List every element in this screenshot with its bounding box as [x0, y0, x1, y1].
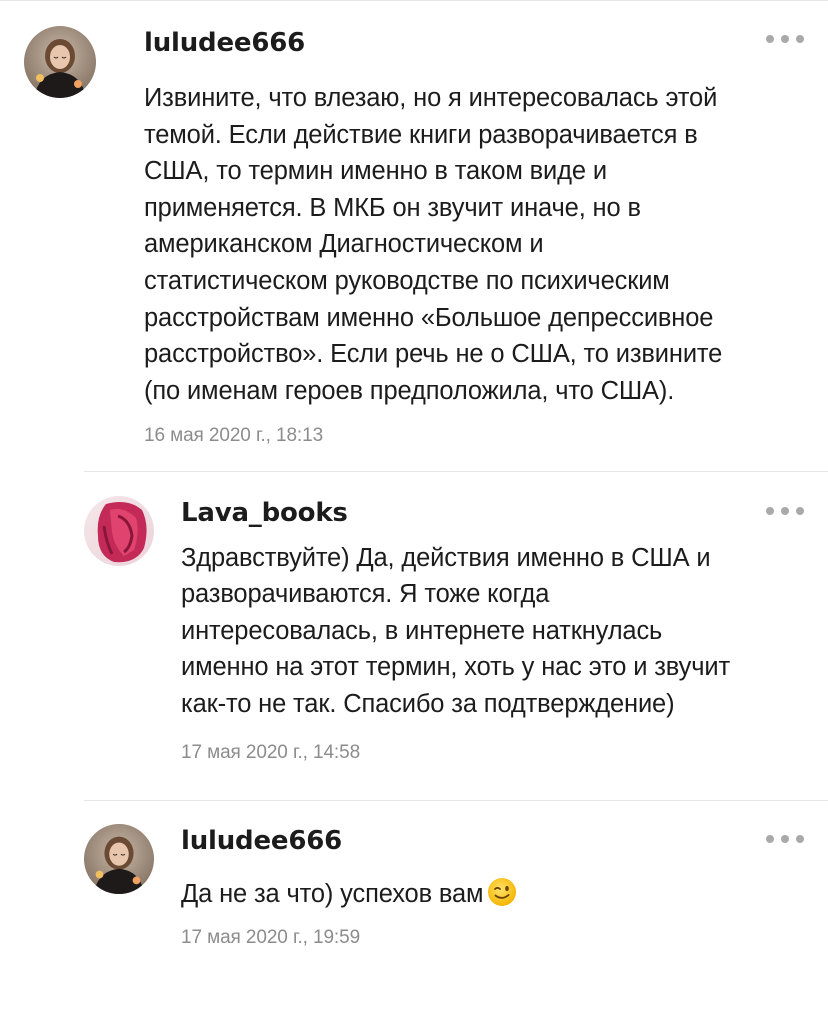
user-photo-avatar-icon: [84, 824, 154, 894]
user-photo-avatar-icon: [84, 496, 154, 566]
comment-author[interactable]: Lava_books: [181, 496, 801, 530]
more-horizontal-icon[interactable]: [766, 504, 804, 518]
comment-divider: [84, 800, 828, 801]
comment-date: 17 мая 2020 г., 19:59: [181, 926, 361, 948]
more-horizontal-icon[interactable]: [766, 32, 804, 46]
avatar[interactable]: [84, 496, 154, 566]
comment-text: Да не за что) успехов вам: [181, 876, 801, 913]
comment-text-content: Да не за что) успехов вам: [181, 880, 484, 908]
avatar[interactable]: [84, 824, 154, 894]
user-photo-avatar-icon: [24, 26, 96, 98]
comment-text: Здравствуйте) Да, действия именно в США …: [181, 544, 730, 718]
avatar[interactable]: [24, 26, 96, 98]
comment-author[interactable]: luludee666: [144, 26, 804, 60]
comment-author[interactable]: luludee666: [181, 824, 801, 858]
comment-date: 17 мая 2020 г., 14:58: [181, 742, 361, 764]
comment-text: Извините, что влезаю, но я интересовалас…: [144, 84, 723, 405]
more-horizontal-icon[interactable]: [766, 832, 804, 846]
comments-thread: luludee666 Извините, что влезаю, но я ин…: [0, 0, 828, 1010]
winking-face-emoji-icon: [488, 878, 517, 906]
top-divider: [0, 0, 828, 1]
comment-divider: [84, 471, 828, 472]
comment-date: 16 мая 2020 г., 18:13: [144, 425, 324, 447]
